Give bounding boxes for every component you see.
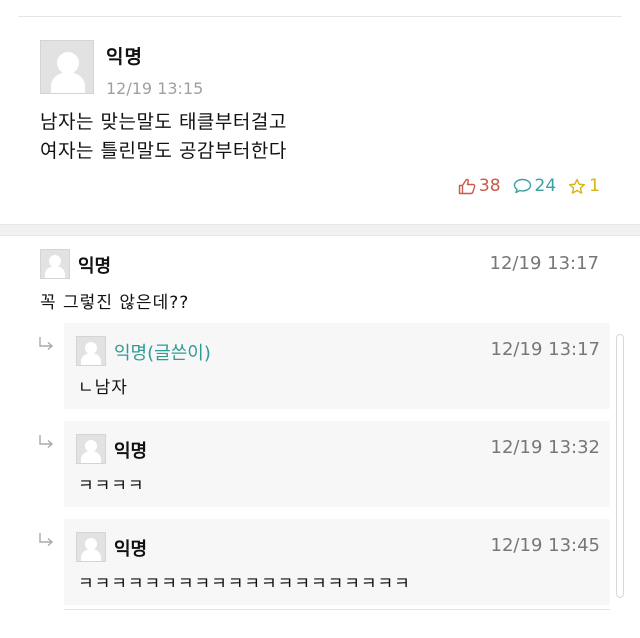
- comment-text: 꼭 그렇진 않은데??: [40, 293, 190, 313]
- speech-bubble-icon: [513, 178, 531, 194]
- reply-arrow-icon: [39, 337, 54, 351]
- reply-avatar-icon[interactable]: [76, 434, 106, 464]
- post-stats: 38 24 1: [446, 176, 600, 196]
- comment-avatar-icon[interactable]: [40, 249, 70, 279]
- thumbs-up-icon: [458, 178, 476, 194]
- reply-avatar-icon[interactable]: [76, 532, 106, 562]
- reply-avatar-icon[interactable]: [76, 336, 106, 366]
- comment-timestamp: 12/19 13:17: [489, 253, 599, 274]
- post-card: 익명 12/19 13:15 남자는 맞는말도 태클부터걸고 여자는 틀린말도 …: [0, 17, 640, 224]
- reply-text: ㄴ남자: [78, 378, 128, 398]
- scrollbar[interactable]: [616, 334, 624, 598]
- reply: 익명 12/19 13:32 ㅋㅋㅋㅋ: [64, 421, 610, 507]
- comment-count[interactable]: 24: [513, 176, 557, 196]
- star-icon: [569, 178, 586, 194]
- post-body-line: 남자는 맞는말도 태클부터걸고: [40, 111, 287, 133]
- post-timestamp: 12/19 13:15: [106, 79, 204, 98]
- like-count[interactable]: 38: [458, 176, 501, 196]
- scrap-count-value: 1: [589, 176, 600, 196]
- bottom-divider: [64, 609, 610, 610]
- reply-author[interactable]: 익명: [114, 535, 147, 561]
- reply: 익명(글쓴이) 12/19 13:17 ㄴ남자: [64, 323, 610, 409]
- reply-text: ㅋㅋㅋㅋ: [78, 476, 145, 496]
- reply-timestamp: 12/19 13:32: [490, 437, 600, 458]
- reply-timestamp: 12/19 13:17: [490, 339, 600, 360]
- post-avatar-icon[interactable]: [40, 40, 94, 94]
- reply-text: ㅋㅋㅋㅋㅋㅋㅋㅋㅋㅋㅋㅋㅋㅋㅋㅋㅋㅋㅋㅋ: [78, 574, 411, 594]
- section-divider: [0, 224, 640, 236]
- reply-author[interactable]: 익명: [114, 437, 147, 463]
- post-body-line: 여자는 틀린말도 공감부터한다: [40, 140, 287, 162]
- scrap-count[interactable]: 1: [568, 176, 600, 196]
- comment-author[interactable]: 익명: [78, 252, 111, 278]
- reply-arrow-icon: [39, 435, 54, 449]
- reply-author-op[interactable]: 익명(글쓴이): [114, 339, 211, 365]
- like-count-value: 38: [478, 176, 501, 196]
- post-author[interactable]: 익명: [106, 42, 143, 69]
- reply-timestamp: 12/19 13:45: [490, 535, 600, 556]
- reply: 익명 12/19 13:45 ㅋㅋㅋㅋㅋㅋㅋㅋㅋㅋㅋㅋㅋㅋㅋㅋㅋㅋㅋㅋ: [64, 519, 610, 605]
- comment-count-value: 24: [534, 176, 557, 196]
- reply-arrow-icon: [39, 533, 54, 547]
